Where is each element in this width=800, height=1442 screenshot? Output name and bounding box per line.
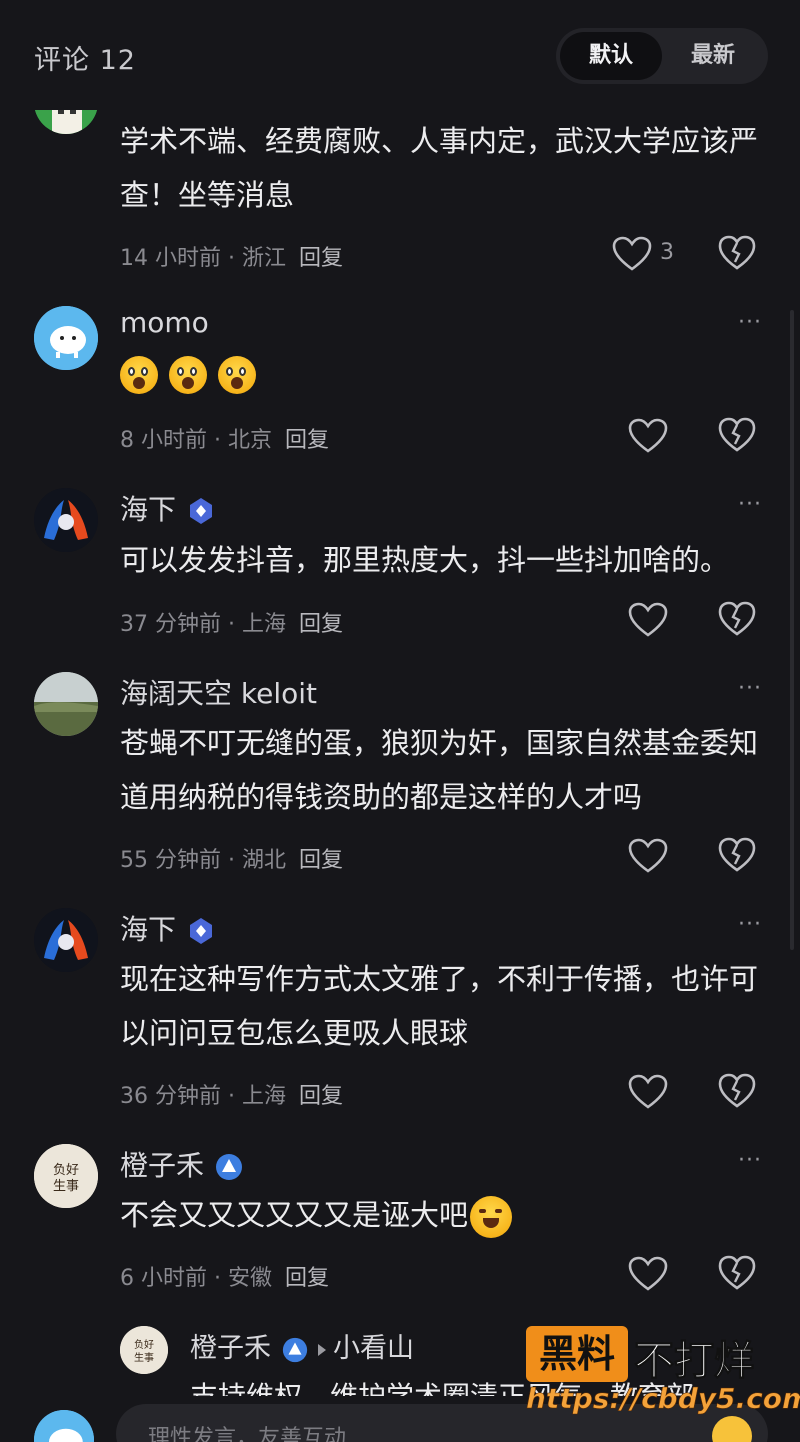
scrollbar[interactable] <box>790 310 794 950</box>
comment-text: 现在这种写作方式太文雅了，不利于传播，也许可以问问豆包怎么更吸人眼球 <box>120 962 759 1050</box>
like-count: 3 <box>660 240 674 265</box>
watermark-text: 不打烊 <box>634 1338 755 1385</box>
reply-button[interactable]: 回复 <box>285 428 329 453</box>
comment-meta: 36 分钟前 · 上海 回复 <box>120 1078 343 1110</box>
broken-heart-icon[interactable] <box>718 836 756 874</box>
heart-icon[interactable] <box>628 1256 668 1292</box>
avatar[interactable] <box>34 306 98 370</box>
broken-heart-icon[interactable] <box>718 600 756 638</box>
heart-icon[interactable] <box>612 236 652 272</box>
meta-separator: · <box>228 848 235 873</box>
sort-toggle: 默认 最新 <box>556 28 768 84</box>
heart-icon[interactable] <box>628 602 668 638</box>
reply-to-username[interactable]: 小看山 <box>333 1333 414 1364</box>
more-options-icon[interactable]: ··· <box>738 492 762 517</box>
avatar[interactable]: 负好 生事 <box>34 1144 98 1208</box>
comment-text: 不会又又又又又又是诬大吧 <box>120 1188 770 1242</box>
watermark-url: https://cbdy5.com <box>526 1382 800 1416</box>
heart-icon[interactable] <box>628 1074 668 1110</box>
comment-text: 学术不端、经费腐败、人事内定，武汉大学应该严查！坐等消息 <box>120 124 759 212</box>
broken-heart-icon[interactable] <box>718 1254 756 1292</box>
reply-button[interactable]: 回复 <box>285 1266 329 1291</box>
username[interactable]: momo <box>120 306 209 339</box>
laugh-cry-emoji-icon <box>470 1196 513 1238</box>
creator-badge-icon <box>216 1154 243 1180</box>
heart-icon[interactable] <box>628 418 668 454</box>
sort-default-button[interactable]: 默认 <box>560 32 662 80</box>
reply-button[interactable]: 回复 <box>299 246 343 271</box>
watermark-block: 黑料 <box>526 1326 628 1382</box>
comment-time: 14 小时前 <box>120 246 221 271</box>
avatar[interactable]: 负好 生事 <box>120 1326 168 1374</box>
comment-time: 55 分钟前 <box>120 848 221 873</box>
meta-separator: · <box>228 1084 235 1109</box>
comment-location: 安徽 <box>228 1266 273 1291</box>
comment-time: 8 小时前 <box>120 428 207 453</box>
comment-location: 上海 <box>242 612 287 637</box>
reply-button[interactable]: 回复 <box>299 612 343 637</box>
comment-time: 37 分钟前 <box>120 612 221 637</box>
scream-emoji-icon <box>218 356 257 394</box>
meta-separator: · <box>228 612 235 637</box>
sort-latest-button[interactable]: 最新 <box>662 32 764 80</box>
broken-heart-icon[interactable] <box>718 1072 756 1110</box>
more-options-icon[interactable]: ··· <box>738 310 762 335</box>
meta-separator: · <box>228 246 235 271</box>
scream-emoji-icon <box>120 356 158 394</box>
username[interactable]: 海阔天空 keloit <box>120 672 317 712</box>
sub-reply-header: 橙子禾 小看山 <box>190 1326 414 1365</box>
username[interactable]: 海下 <box>120 488 216 528</box>
more-options-icon[interactable]: ··· <box>738 676 762 701</box>
comment-location: 上海 <box>242 1084 287 1109</box>
comment-meta: 37 分钟前 · 上海 回复 <box>120 606 343 638</box>
comment-time: 6 小时前 <box>120 1266 207 1291</box>
creator-badge-icon <box>282 1337 308 1362</box>
avatar[interactable] <box>34 488 98 552</box>
comment-meta: 6 小时前 · 安徽 回复 <box>120 1260 329 1292</box>
meta-separator: · <box>214 428 221 453</box>
comment-meta: 14 小时前 · 浙江 回复 <box>120 240 343 272</box>
emoji-row <box>120 356 262 394</box>
svg-text:负好: 负好 <box>134 1338 154 1351</box>
username-text: 海下 <box>120 493 177 526</box>
reply-button[interactable]: 回复 <box>299 848 343 873</box>
broken-heart-icon[interactable] <box>718 416 756 454</box>
scream-emoji-icon <box>169 356 208 394</box>
reply-arrow-icon <box>318 1343 326 1356</box>
my-avatar <box>34 1410 94 1442</box>
avatar[interactable] <box>34 672 98 736</box>
comment-location: 浙江 <box>242 246 287 271</box>
comment-text: 苍蝇不叮无缝的蛋，狼狈为奸，国家自然基金委知道用纳税的得钱资助的都是这样的人才吗 <box>120 726 759 814</box>
watermark: 黑料 不打烊 https://cbdy5.com <box>526 1326 800 1418</box>
comment-location: 湖北 <box>242 848 287 873</box>
verified-badge-icon <box>190 498 213 524</box>
verified-badge-icon <box>190 918 213 944</box>
comment-text-body: 不会又又又又又又是诬大吧 <box>120 1198 469 1232</box>
username[interactable]: 橙子禾 <box>120 1144 244 1184</box>
meta-separator: · <box>214 1266 221 1291</box>
comment-text: 可以发发抖音，那里热度大，抖一些抖加啥的。 <box>120 543 730 577</box>
comment-location: 北京 <box>228 428 273 453</box>
svg-text:生事: 生事 <box>134 1351 154 1364</box>
svg-text:负好: 负好 <box>53 1163 79 1178</box>
more-options-icon[interactable]: ··· <box>738 912 762 937</box>
comments-page: 评论 12 默认 最新 学术不端、经费腐败、人事内定，武汉大学应该严查！坐等消息… <box>0 0 800 1442</box>
broken-heart-icon[interactable] <box>718 234 756 272</box>
username[interactable]: 橙子禾 <box>190 1333 271 1364</box>
avatar[interactable] <box>34 908 98 972</box>
comments-count-title: 评论 12 <box>34 45 136 76</box>
username[interactable]: 海下 <box>120 908 216 948</box>
svg-text:生事: 生事 <box>53 1179 79 1194</box>
reply-button[interactable]: 回复 <box>299 1084 343 1109</box>
heart-icon[interactable] <box>628 838 668 874</box>
more-options-icon[interactable]: ··· <box>738 1148 762 1173</box>
username-text: 海下 <box>120 913 177 946</box>
username-text: 橙子禾 <box>120 1149 205 1182</box>
comments-header: 评论 12 默认 最新 <box>0 0 800 110</box>
comment-time: 36 分钟前 <box>120 1084 221 1109</box>
comment-meta: 55 分钟前 · 湖北 回复 <box>120 842 343 874</box>
comment-meta: 8 小时前 · 北京 回复 <box>120 422 329 454</box>
